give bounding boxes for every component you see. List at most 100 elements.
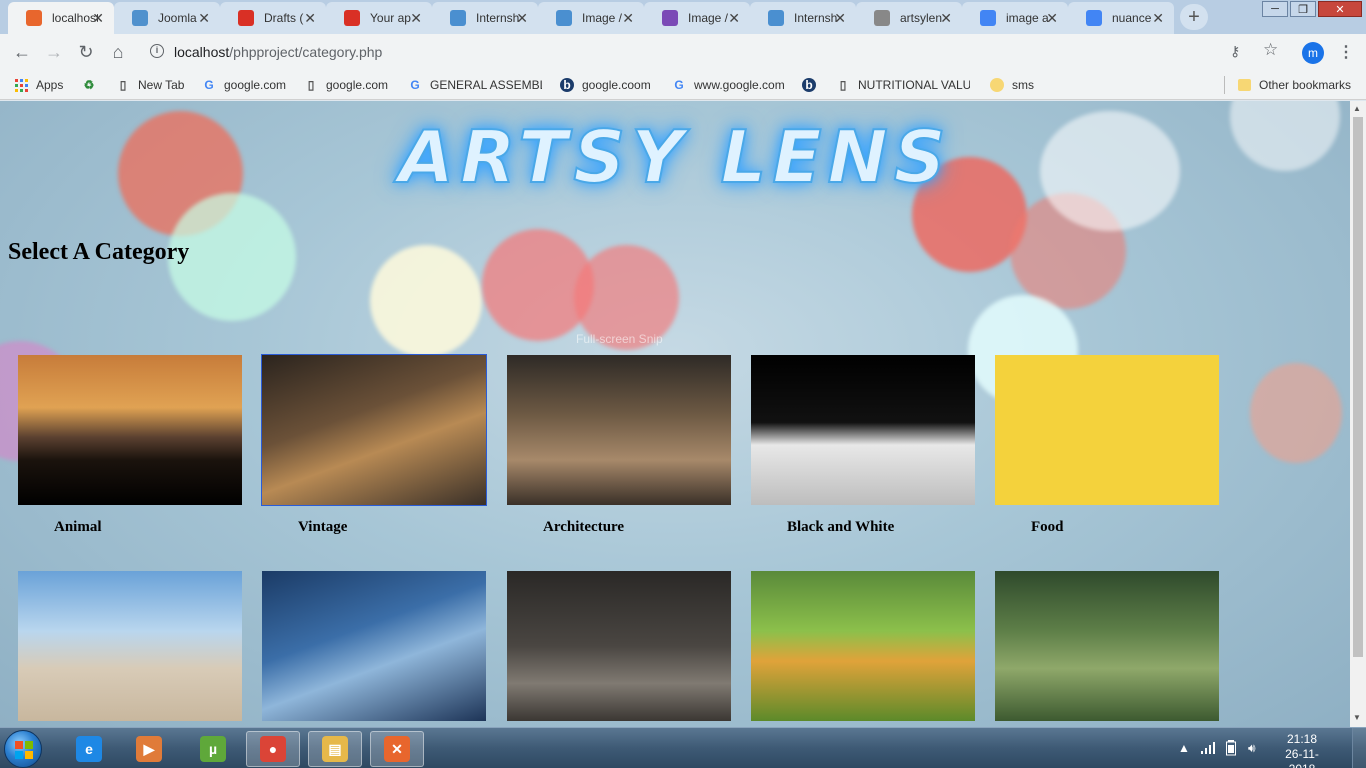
tab-close-icon[interactable]: ✕ [622,10,634,27]
volume-icon[interactable]: 🔊︎ [1248,734,1256,762]
browser-tab[interactable]: Internsh ✕ [432,2,538,34]
category-thumbnail[interactable] [995,571,1219,721]
page-icon: ▯ [839,78,847,92]
browser-tab[interactable]: Your ap ✕ [326,2,432,34]
page-icon [874,10,890,26]
taskbar-app[interactable]: e [62,731,116,767]
category-card[interactable]: Architecture [507,355,731,536]
browser-tab[interactable]: Image / ✕ [538,2,644,34]
bookmark-item[interactable]: sms [990,76,1034,94]
category-card[interactable] [751,571,975,721]
category-card[interactable]: Vintage [261,354,487,536]
category-thumbnail[interactable] [995,355,1219,505]
scroll-down-arrow-icon[interactable]: ▼ [1353,713,1361,722]
media-player-icon: ▶ [136,736,162,762]
xampp-icon: ✕ [384,736,410,762]
category-card[interactable]: Food [995,355,1219,536]
new-tab-button[interactable]: + [1180,4,1208,30]
profile-avatar[interactable]: m [1302,42,1324,64]
bookmark-item[interactable]: b google.coom [560,76,651,94]
category-card[interactable] [262,571,486,721]
bookmark-item[interactable]: Apps [14,76,63,94]
minimize-button[interactable]: ─ [1262,1,1288,17]
site-info-icon[interactable]: i [150,44,164,58]
category-card[interactable]: Animal [18,355,242,536]
category-thumbnail[interactable] [507,355,731,505]
bookmark-item[interactable]: ▯ NUTRITIONAL VALUE [836,76,970,94]
bookmark-item[interactable]: Gwww.google.com [672,76,784,94]
close-window-button[interactable]: ✕ [1318,1,1362,17]
browser-tab[interactable]: localhost ✕ [8,2,114,34]
url-text[interactable]: localhost/phpproject/category.php [174,44,382,60]
taskbar-app[interactable]: ● [246,731,300,767]
tab-title: image a [1006,11,1049,25]
bookmark-item[interactable]: ▯ google.com [304,76,388,94]
browser-tab[interactable]: artsylen ✕ [856,2,962,34]
category-label[interactable]: Architecture [543,519,731,536]
category-label[interactable]: Vintage [298,519,486,536]
system-clock[interactable]: 21:18 26-11-2018 [1272,732,1332,768]
reload-icon[interactable]: ↻ [74,40,98,64]
menu-dots-icon[interactable]: ⋮ [1338,42,1354,62]
category-thumbnail[interactable] [262,571,486,721]
category-thumbnail[interactable] [261,354,487,506]
tab-close-icon[interactable]: ✕ [516,10,528,27]
tab-close-icon[interactable]: ✕ [728,10,740,27]
browser-tab[interactable]: Joomla ✕ [114,2,220,34]
category-card[interactable] [507,571,731,721]
tab-close-icon[interactable]: ✕ [1046,10,1058,27]
key-icon[interactable]: ⚷ [1230,43,1240,60]
tab-close-icon[interactable]: ✕ [198,10,210,27]
category-label[interactable]: Black and White [787,519,975,536]
show-desktop-button[interactable] [1352,728,1366,768]
bookmark-label: GENERAL ASSEMBLY [430,78,542,92]
bookmark-item[interactable]: b [802,76,824,94]
scrollbar-thumb[interactable] [1353,117,1363,657]
category-thumbnail[interactable] [751,355,975,505]
taskbar-app[interactable]: ▤ [308,731,362,767]
bookmark-item[interactable]: ▯ New Tab [116,76,185,94]
vertical-scrollbar[interactable]: ▲ ▼ [1350,101,1366,727]
category-card[interactable]: Black and White [751,355,975,536]
bookmark-star-icon[interactable]: ☆ [1263,40,1278,60]
category-label[interactable]: Food [1031,519,1219,536]
category-card[interactable] [18,571,242,721]
browser-tab[interactable]: Drafts (✕ [220,2,326,34]
category-label[interactable]: Animal [54,519,242,536]
network-signal-icon[interactable] [1200,734,1216,762]
taskbar-app[interactable]: µ [186,731,240,767]
tab-close-icon[interactable]: ✕ [410,10,422,27]
taskbar-app[interactable]: ▶ [122,731,176,767]
home-icon[interactable]: ⌂ [106,40,130,64]
bookmark-item[interactable]: G GENERAL ASSEMBLY [408,76,542,94]
show-hidden-icons[interactable]: ▲ [1178,734,1190,762]
tab-close-icon[interactable]: ✕ [92,10,104,27]
scroll-up-arrow-icon[interactable]: ▲ [1353,104,1361,113]
category-thumbnail[interactable] [751,571,975,721]
tab-close-icon[interactable]: ✕ [1152,10,1164,27]
start-button[interactable] [4,730,42,768]
tab-close-icon[interactable]: ✕ [304,10,316,27]
back-arrow-icon[interactable]: ← [10,40,34,64]
bing-icon: b [802,78,816,92]
browser-tab[interactable]: Internsh ✕ [750,2,856,34]
category-thumbnail[interactable] [18,571,242,721]
other-bookmarks-folder[interactable]: Other bookmarks [1238,76,1351,94]
page-icon: ▯ [119,78,127,92]
browser-tab[interactable]: Image / ✕ [644,2,750,34]
taskbar-app[interactable]: ✕ [370,731,424,767]
browser-tab[interactable]: image a ✕ [962,2,1068,34]
forward-arrow-icon[interactable]: → [42,40,66,64]
tab-close-icon[interactable]: ✕ [834,10,846,27]
bookmark-label: sms [1012,78,1034,92]
tab-close-icon[interactable]: ✕ [940,10,952,27]
category-thumbnail[interactable] [18,355,242,505]
maximize-button[interactable]: ❐ [1290,1,1316,17]
address-bar[interactable]: i localhost/phpproject/category.php [140,38,1290,66]
bookmark-item[interactable]: ♻ [82,76,104,94]
battery-icon[interactable] [1226,734,1236,762]
category-thumbnail[interactable] [507,571,731,721]
browser-tab[interactable]: nuance ✕ [1068,2,1174,34]
bookmark-item[interactable]: Ggoogle.com [202,76,286,94]
category-card[interactable] [995,571,1219,721]
